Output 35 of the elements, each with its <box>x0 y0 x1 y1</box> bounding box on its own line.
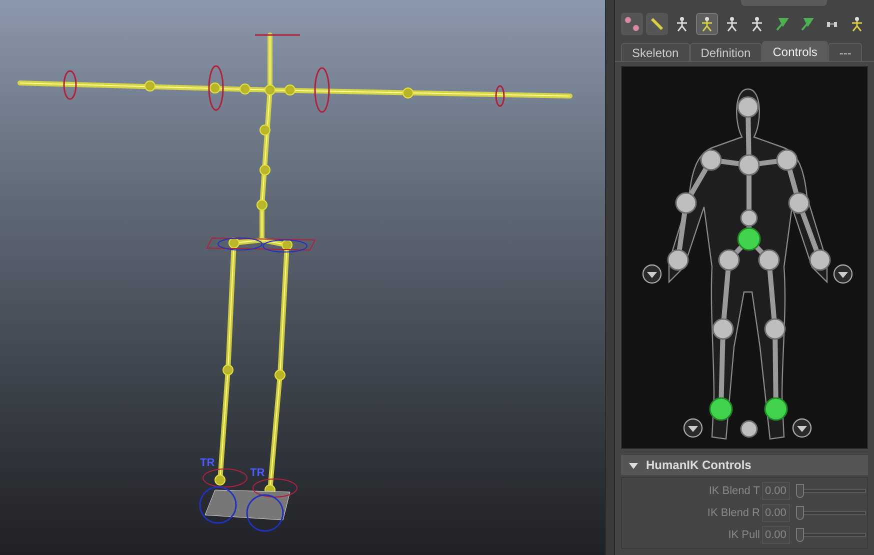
dropdown-icon[interactable] <box>683 418 703 438</box>
effector-handle[interactable] <box>675 192 697 214</box>
effector-handle[interactable] <box>737 96 759 118</box>
tab[interactable]: Definition <box>690 43 762 61</box>
tab[interactable]: --- <box>828 43 862 61</box>
dropdown-icon[interactable] <box>792 418 812 438</box>
effector-handle[interactable] <box>737 227 761 251</box>
slider-label: IK Blend T <box>708 484 761 499</box>
effector-handle[interactable] <box>740 420 758 438</box>
section-title: HumanIK Controls <box>646 457 752 474</box>
handle-label: TR <box>200 457 215 469</box>
bone-icon[interactable] <box>646 13 668 35</box>
effector-handle[interactable] <box>764 318 786 340</box>
effector-handle[interactable] <box>712 318 734 340</box>
slider-label: IK Pull <box>727 528 761 543</box>
dropdown-icon[interactable] <box>642 264 662 284</box>
effector-handle[interactable] <box>709 397 733 421</box>
effector-handle[interactable] <box>764 397 788 421</box>
figure-icon[interactable] <box>696 13 718 35</box>
tab[interactable]: Skeleton <box>621 43 690 61</box>
effector-handle[interactable] <box>740 209 758 227</box>
joints-icon[interactable] <box>621 13 643 35</box>
effector-handle[interactable] <box>776 149 798 171</box>
effector-handle[interactable] <box>738 154 760 176</box>
effector-handle[interactable] <box>788 192 810 214</box>
effector-handle[interactable] <box>667 249 689 271</box>
tab[interactable]: Controls <box>762 41 828 61</box>
effector-handle[interactable] <box>700 149 722 171</box>
dropdown-icon[interactable] <box>833 264 853 284</box>
handle-label: TR <box>250 467 265 479</box>
effector-handle[interactable] <box>758 249 780 271</box>
section-header[interactable]: HumanIK Controls <box>621 455 868 475</box>
effector-handle[interactable] <box>718 249 740 271</box>
slider-label: IK Blend R <box>706 506 761 521</box>
effector-handle[interactable] <box>809 249 831 271</box>
